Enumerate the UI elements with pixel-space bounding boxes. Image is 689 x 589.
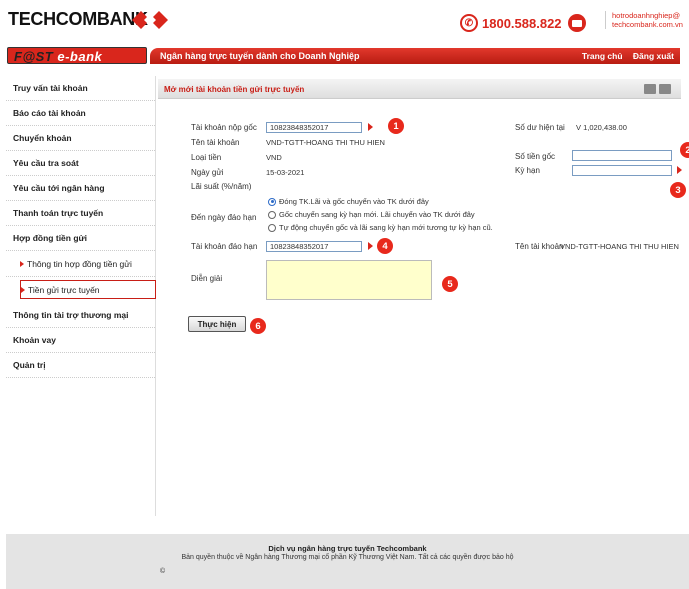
sidebar-item-transfer[interactable]: Chuyển khoản: [6, 126, 155, 151]
main-content: Mở mới tài khoản tiền gửi trực tuyến Tài…: [158, 76, 689, 516]
principal-label: Số tiền gốc: [515, 152, 556, 161]
sidebar: Truy vấn tài khoản Báo cáo tài khoản Chu…: [6, 76, 156, 516]
term-input[interactable]: [572, 165, 672, 176]
maturity-account-input[interactable]: 10823848352017: [266, 241, 362, 252]
sidebar-item-trade-finance[interactable]: Thông tin tài trợ thương mại: [6, 303, 155, 328]
description-textarea[interactable]: [266, 260, 432, 300]
annotation-marker-5: 5: [442, 276, 458, 292]
currency-label: Loại tiền: [191, 153, 222, 162]
copyright-icon: ©: [160, 568, 166, 575]
print-icon[interactable]: [659, 84, 671, 94]
phone-icon: ✆: [460, 14, 478, 32]
radio-icon: [268, 223, 276, 232]
balance-value: V 1,020,438.00: [576, 123, 627, 132]
sidebar-item-deposit-contract[interactable]: Hợp đồng tiền gửi: [6, 226, 155, 251]
sidebar-subitem-label: Thông tin hợp đồng tiền gửi: [27, 258, 132, 269]
submit-button[interactable]: Thực hiện: [188, 316, 246, 332]
sidebar-item-bank-request[interactable]: Yêu cầu tới ngân hàng: [6, 176, 155, 201]
term-select-icon[interactable]: [677, 166, 682, 174]
annotation-marker-2: 2: [680, 142, 689, 158]
mail-icon[interactable]: [567, 14, 586, 32]
radio-icon: [268, 210, 276, 219]
maturity-account-select-icon[interactable]: [368, 242, 373, 250]
term-label: Kỳ hạn: [515, 166, 540, 175]
date-value: 15-03-2021: [266, 168, 305, 177]
support-email-line1: hotrodoanhnghiep@: [612, 11, 681, 20]
maturity-account-name-label: Tên tài khoản: [515, 242, 564, 251]
rate-label: Lãi suất (%/năm): [191, 182, 252, 191]
banner-strip: Ngân hàng trực tuyến dành cho Doanh Nghi…: [150, 48, 680, 64]
radio-selected-icon: [268, 197, 276, 206]
maturity-account-label: Tài khoản đáo hạn: [191, 242, 258, 251]
support-email[interactable]: hotrodoanhnghiep@ techcombank.com.vn: [605, 11, 683, 29]
balance-label: Số dư hiện tại: [515, 123, 565, 132]
footer: Dịch vụ ngân hàng trực tuyến Techcombank…: [6, 534, 689, 589]
date-label: Ngày gửi: [191, 168, 224, 177]
source-account-select-icon[interactable]: [368, 123, 373, 131]
maturity-option-rollover-principal[interactable]: Gốc chuyển sang kỳ hạn mới. Lãi chuyển v…: [268, 210, 475, 219]
sidebar-item-loan[interactable]: Khoản vay: [6, 328, 155, 353]
maturity-option-label: Gốc chuyển sang kỳ hạn mới. Lãi chuyển v…: [279, 210, 475, 219]
hotline-number: 1800.588.822: [482, 15, 562, 31]
support-email-line2: techcombank.com.vn: [612, 20, 683, 29]
sidebar-item-admin[interactable]: Quản trị: [6, 353, 155, 378]
ebank-logo-text: e-bank: [57, 49, 103, 64]
description-label: Diễn giải: [191, 274, 223, 283]
back-icon[interactable]: [644, 84, 656, 94]
account-name-value: VND-TGTT-HOANG THI THU HIEN: [266, 138, 385, 147]
currency-value: VND: [266, 153, 282, 162]
maturity-account-name-value: VND-TGTT-HOANG THI THU HIEN: [560, 242, 679, 251]
top-header: TECHCOMBANK ✆ 1800.588.822 hotrodoanhngh…: [0, 0, 689, 44]
annotation-marker-6: 6: [250, 318, 266, 334]
sidebar-item-inquiry-request[interactable]: Yêu cầu tra soát: [6, 151, 155, 176]
arrow-right-icon: [20, 260, 24, 267]
fast-logo-text: F@ST: [14, 49, 54, 64]
annotation-marker-4: 4: [377, 238, 393, 254]
sidebar-item-online-payment[interactable]: Thanh toán trực tuyến: [6, 201, 155, 226]
fastebank-banner: F@ST e-bank Ngân hàng trực tuyến dành ch…: [0, 44, 689, 68]
home-link[interactable]: Trang chủ: [582, 51, 623, 61]
maturity-option-label: Đóng TK.Lãi và gốc chuyển vào TK dưới đâ…: [279, 197, 429, 206]
sidebar-subitem-label: Tiền gửi trực tuyến: [28, 284, 100, 295]
annotation-marker-1: 1: [388, 118, 404, 134]
source-account-label: Tài khoản nộp gốc: [191, 123, 257, 132]
hotline[interactable]: ✆ 1800.588.822: [460, 12, 586, 34]
sidebar-subitem-deposit-info[interactable]: Thông tin hợp đồng tiền gửi: [6, 251, 155, 277]
maturity-option-label: Tự động chuyển gốc và lãi sang kỳ hạn mớ…: [279, 223, 493, 232]
section-header: Mở mới tài khoản tiền gửi trực tuyến: [158, 79, 681, 99]
sidebar-subitem-online-deposit[interactable]: Tiền gửi trực tuyến: [20, 280, 156, 299]
source-account-input[interactable]: 10823848352017: [266, 122, 362, 133]
maturity-option-auto-rollover[interactable]: Tự động chuyển gốc và lãi sang kỳ hạn mớ…: [268, 223, 493, 232]
account-name-label: Tên tài khoản: [191, 138, 240, 147]
fastebank-logo: F@ST e-bank: [7, 47, 147, 64]
sidebar-item-account-inquiry[interactable]: Truy vấn tài khoản: [6, 76, 155, 101]
techcombank-logo: TECHCOMBANK: [8, 9, 148, 29]
arrow-right-icon: [21, 286, 25, 293]
footer-title: Dịch vụ ngân hàng trực tuyến Techcombank: [268, 544, 427, 553]
footer-copyright-text: Bản quyền thuộc về Ngân hàng Thương mại …: [181, 554, 514, 561]
section-title: Mở mới tài khoản tiền gửi trực tuyến: [164, 85, 305, 94]
techcombank-logo-icon: [132, 11, 168, 29]
principal-input[interactable]: [572, 150, 672, 161]
maturity-label: Đến ngày đáo hạn: [191, 213, 257, 222]
sidebar-item-account-report[interactable]: Báo cáo tài khoản: [6, 101, 155, 126]
logout-link[interactable]: Đăng xuất: [633, 51, 674, 61]
annotation-marker-3: 3: [670, 182, 686, 198]
banner-title: Ngân hàng trực tuyến dành cho Doanh Nghi…: [160, 51, 360, 61]
maturity-option-close[interactable]: Đóng TK.Lãi và gốc chuyển vào TK dưới đâ…: [268, 197, 429, 206]
